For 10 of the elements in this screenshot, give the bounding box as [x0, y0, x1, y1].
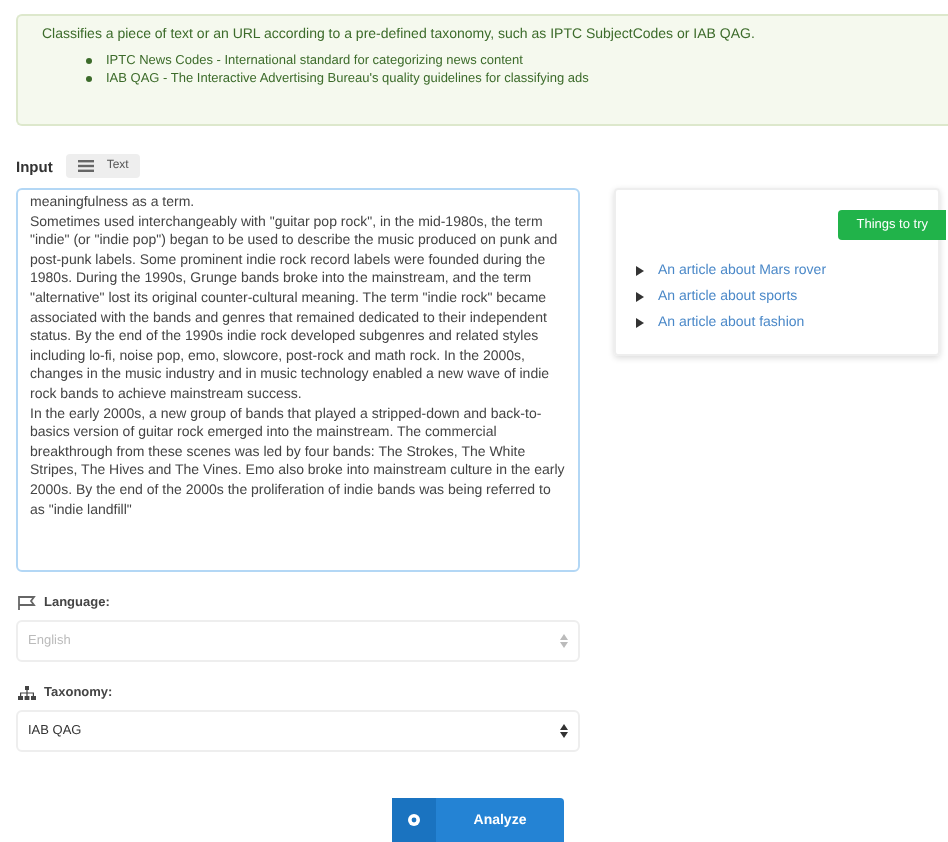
lines-icon [78, 160, 95, 172]
bullet-icon [636, 318, 644, 328]
bullet-icon [86, 58, 92, 64]
flag-icon [18, 596, 36, 610]
bullet-icon [636, 266, 644, 276]
bullet-icon [636, 292, 644, 302]
bullet-icon [86, 76, 92, 82]
sitemap-icon [18, 686, 36, 700]
updown-icon [560, 724, 568, 738]
updown-icon [560, 634, 568, 648]
